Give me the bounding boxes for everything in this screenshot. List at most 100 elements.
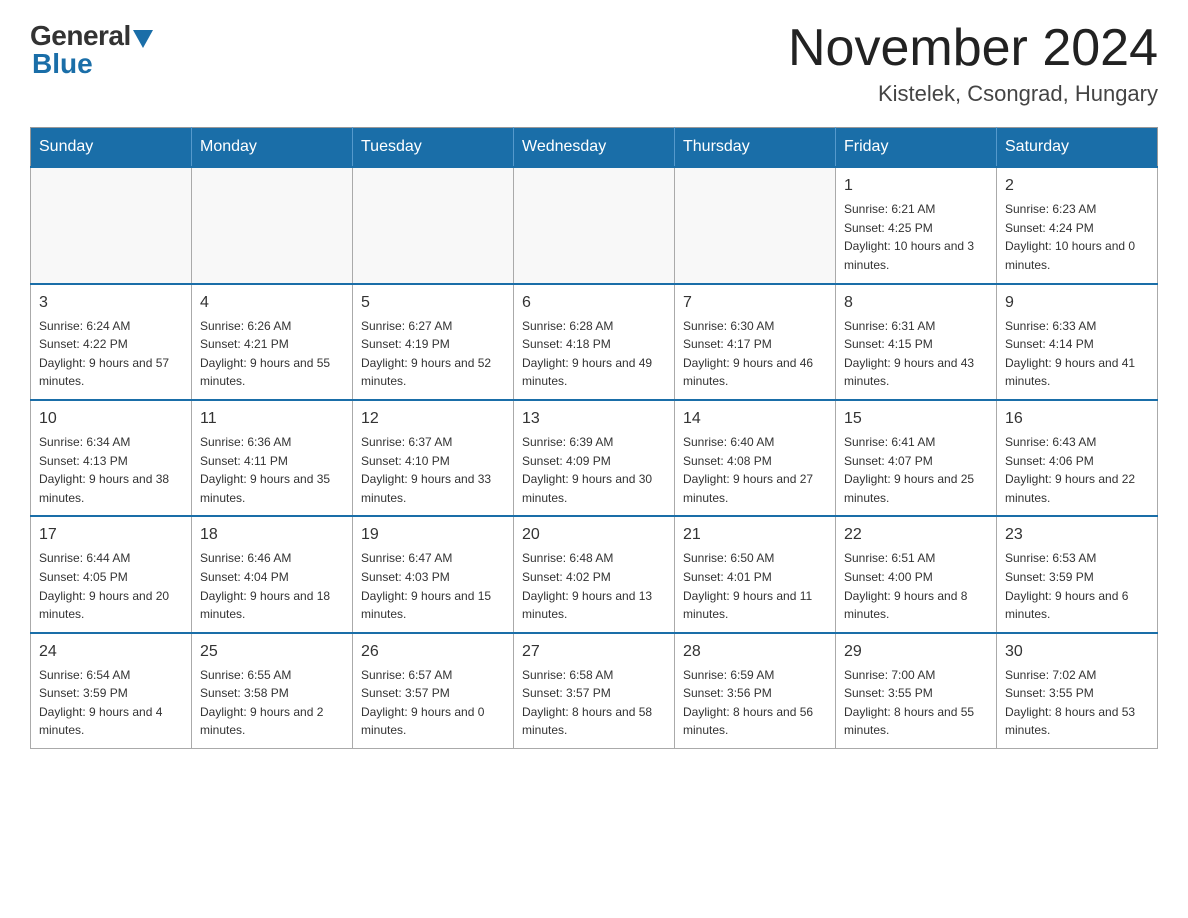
calendar-cell-w1-d4 (675, 167, 836, 283)
calendar-cell-w2-d2: 5Sunrise: 6:27 AM Sunset: 4:19 PM Daylig… (353, 284, 514, 400)
day-number: 12 (361, 407, 505, 431)
day-info: Sunrise: 6:41 AM Sunset: 4:07 PM Dayligh… (844, 433, 988, 507)
day-info: Sunrise: 6:55 AM Sunset: 3:58 PM Dayligh… (200, 666, 344, 740)
day-number: 11 (200, 407, 344, 431)
day-number: 4 (200, 291, 344, 315)
calendar-cell-w3-d6: 16Sunrise: 6:43 AM Sunset: 4:06 PM Dayli… (997, 400, 1158, 516)
day-info: Sunrise: 6:26 AM Sunset: 4:21 PM Dayligh… (200, 317, 344, 391)
day-info: Sunrise: 6:36 AM Sunset: 4:11 PM Dayligh… (200, 433, 344, 507)
calendar-cell-w3-d1: 11Sunrise: 6:36 AM Sunset: 4:11 PM Dayli… (192, 400, 353, 516)
week-row-5: 24Sunrise: 6:54 AM Sunset: 3:59 PM Dayli… (31, 633, 1158, 749)
day-number: 14 (683, 407, 827, 431)
day-info: Sunrise: 7:00 AM Sunset: 3:55 PM Dayligh… (844, 666, 988, 740)
day-info: Sunrise: 6:27 AM Sunset: 4:19 PM Dayligh… (361, 317, 505, 391)
day-number: 15 (844, 407, 988, 431)
day-number: 8 (844, 291, 988, 315)
day-info: Sunrise: 6:40 AM Sunset: 4:08 PM Dayligh… (683, 433, 827, 507)
calendar-cell-w4-d6: 23Sunrise: 6:53 AM Sunset: 3:59 PM Dayli… (997, 516, 1158, 632)
day-number: 20 (522, 523, 666, 547)
day-number: 5 (361, 291, 505, 315)
title-block: November 2024 Kistelek, Csongrad, Hungar… (788, 20, 1158, 107)
calendar-cell-w2-d4: 7Sunrise: 6:30 AM Sunset: 4:17 PM Daylig… (675, 284, 836, 400)
calendar-cell-w5-d5: 29Sunrise: 7:00 AM Sunset: 3:55 PM Dayli… (836, 633, 997, 749)
day-info: Sunrise: 6:59 AM Sunset: 3:56 PM Dayligh… (683, 666, 827, 740)
day-info: Sunrise: 6:33 AM Sunset: 4:14 PM Dayligh… (1005, 317, 1149, 391)
calendar-cell-w3-d2: 12Sunrise: 6:37 AM Sunset: 4:10 PM Dayli… (353, 400, 514, 516)
calendar-cell-w3-d0: 10Sunrise: 6:34 AM Sunset: 4:13 PM Dayli… (31, 400, 192, 516)
day-info: Sunrise: 6:34 AM Sunset: 4:13 PM Dayligh… (39, 433, 183, 507)
calendar-cell-w5-d0: 24Sunrise: 6:54 AM Sunset: 3:59 PM Dayli… (31, 633, 192, 749)
calendar-cell-w1-d1 (192, 167, 353, 283)
day-info: Sunrise: 6:30 AM Sunset: 4:17 PM Dayligh… (683, 317, 827, 391)
header-monday: Monday (192, 128, 353, 168)
header-tuesday: Tuesday (353, 128, 514, 168)
day-info: Sunrise: 6:43 AM Sunset: 4:06 PM Dayligh… (1005, 433, 1149, 507)
month-title: November 2024 (788, 20, 1158, 77)
day-number: 2 (1005, 174, 1149, 198)
calendar-cell-w1-d0 (31, 167, 192, 283)
day-number: 13 (522, 407, 666, 431)
day-number: 21 (683, 523, 827, 547)
day-info: Sunrise: 6:50 AM Sunset: 4:01 PM Dayligh… (683, 549, 827, 623)
logo: General Blue (30, 20, 153, 80)
calendar-cell-w1-d2 (353, 167, 514, 283)
day-info: Sunrise: 6:48 AM Sunset: 4:02 PM Dayligh… (522, 549, 666, 623)
day-number: 29 (844, 640, 988, 664)
day-info: Sunrise: 6:21 AM Sunset: 4:25 PM Dayligh… (844, 200, 988, 274)
day-info: Sunrise: 6:53 AM Sunset: 3:59 PM Dayligh… (1005, 549, 1149, 623)
calendar-cell-w5-d6: 30Sunrise: 7:02 AM Sunset: 3:55 PM Dayli… (997, 633, 1158, 749)
day-info: Sunrise: 6:58 AM Sunset: 3:57 PM Dayligh… (522, 666, 666, 740)
day-number: 25 (200, 640, 344, 664)
day-number: 23 (1005, 523, 1149, 547)
header-saturday: Saturday (997, 128, 1158, 168)
calendar-cell-w2-d3: 6Sunrise: 6:28 AM Sunset: 4:18 PM Daylig… (514, 284, 675, 400)
calendar-cell-w4-d3: 20Sunrise: 6:48 AM Sunset: 4:02 PM Dayli… (514, 516, 675, 632)
day-number: 28 (683, 640, 827, 664)
calendar-cell-w5-d4: 28Sunrise: 6:59 AM Sunset: 3:56 PM Dayli… (675, 633, 836, 749)
day-info: Sunrise: 6:46 AM Sunset: 4:04 PM Dayligh… (200, 549, 344, 623)
week-row-3: 10Sunrise: 6:34 AM Sunset: 4:13 PM Dayli… (31, 400, 1158, 516)
header-thursday: Thursday (675, 128, 836, 168)
calendar-cell-w4-d0: 17Sunrise: 6:44 AM Sunset: 4:05 PM Dayli… (31, 516, 192, 632)
day-number: 17 (39, 523, 183, 547)
calendar-cell-w5-d2: 26Sunrise: 6:57 AM Sunset: 3:57 PM Dayli… (353, 633, 514, 749)
day-number: 10 (39, 407, 183, 431)
calendar-cell-w3-d3: 13Sunrise: 6:39 AM Sunset: 4:09 PM Dayli… (514, 400, 675, 516)
day-info: Sunrise: 6:47 AM Sunset: 4:03 PM Dayligh… (361, 549, 505, 623)
day-info: Sunrise: 6:39 AM Sunset: 4:09 PM Dayligh… (522, 433, 666, 507)
calendar-cell-w2-d5: 8Sunrise: 6:31 AM Sunset: 4:15 PM Daylig… (836, 284, 997, 400)
day-number: 3 (39, 291, 183, 315)
day-number: 30 (1005, 640, 1149, 664)
calendar-cell-w2-d0: 3Sunrise: 6:24 AM Sunset: 4:22 PM Daylig… (31, 284, 192, 400)
location-subtitle: Kistelek, Csongrad, Hungary (788, 81, 1158, 107)
header-sunday: Sunday (31, 128, 192, 168)
header-wednesday: Wednesday (514, 128, 675, 168)
day-info: Sunrise: 6:57 AM Sunset: 3:57 PM Dayligh… (361, 666, 505, 740)
day-info: Sunrise: 6:24 AM Sunset: 4:22 PM Dayligh… (39, 317, 183, 391)
calendar-cell-w4-d4: 21Sunrise: 6:50 AM Sunset: 4:01 PM Dayli… (675, 516, 836, 632)
page-header: General Blue November 2024 Kistelek, Cso… (30, 20, 1158, 107)
day-info: Sunrise: 6:28 AM Sunset: 4:18 PM Dayligh… (522, 317, 666, 391)
header-friday: Friday (836, 128, 997, 168)
day-number: 26 (361, 640, 505, 664)
day-number: 24 (39, 640, 183, 664)
calendar-cell-w3-d5: 15Sunrise: 6:41 AM Sunset: 4:07 PM Dayli… (836, 400, 997, 516)
day-info: Sunrise: 6:37 AM Sunset: 4:10 PM Dayligh… (361, 433, 505, 507)
week-row-1: 1Sunrise: 6:21 AM Sunset: 4:25 PM Daylig… (31, 167, 1158, 283)
day-info: Sunrise: 6:51 AM Sunset: 4:00 PM Dayligh… (844, 549, 988, 623)
day-number: 6 (522, 291, 666, 315)
day-number: 19 (361, 523, 505, 547)
week-row-2: 3Sunrise: 6:24 AM Sunset: 4:22 PM Daylig… (31, 284, 1158, 400)
day-info: Sunrise: 7:02 AM Sunset: 3:55 PM Dayligh… (1005, 666, 1149, 740)
calendar-table: Sunday Monday Tuesday Wednesday Thursday… (30, 127, 1158, 749)
day-info: Sunrise: 6:54 AM Sunset: 3:59 PM Dayligh… (39, 666, 183, 740)
day-number: 27 (522, 640, 666, 664)
calendar-cell-w5-d1: 25Sunrise: 6:55 AM Sunset: 3:58 PM Dayli… (192, 633, 353, 749)
day-number: 18 (200, 523, 344, 547)
calendar-header-row: Sunday Monday Tuesday Wednesday Thursday… (31, 128, 1158, 168)
week-row-4: 17Sunrise: 6:44 AM Sunset: 4:05 PM Dayli… (31, 516, 1158, 632)
calendar-cell-w2-d1: 4Sunrise: 6:26 AM Sunset: 4:21 PM Daylig… (192, 284, 353, 400)
calendar-cell-w4-d5: 22Sunrise: 6:51 AM Sunset: 4:00 PM Dayli… (836, 516, 997, 632)
day-number: 1 (844, 174, 988, 198)
day-number: 16 (1005, 407, 1149, 431)
